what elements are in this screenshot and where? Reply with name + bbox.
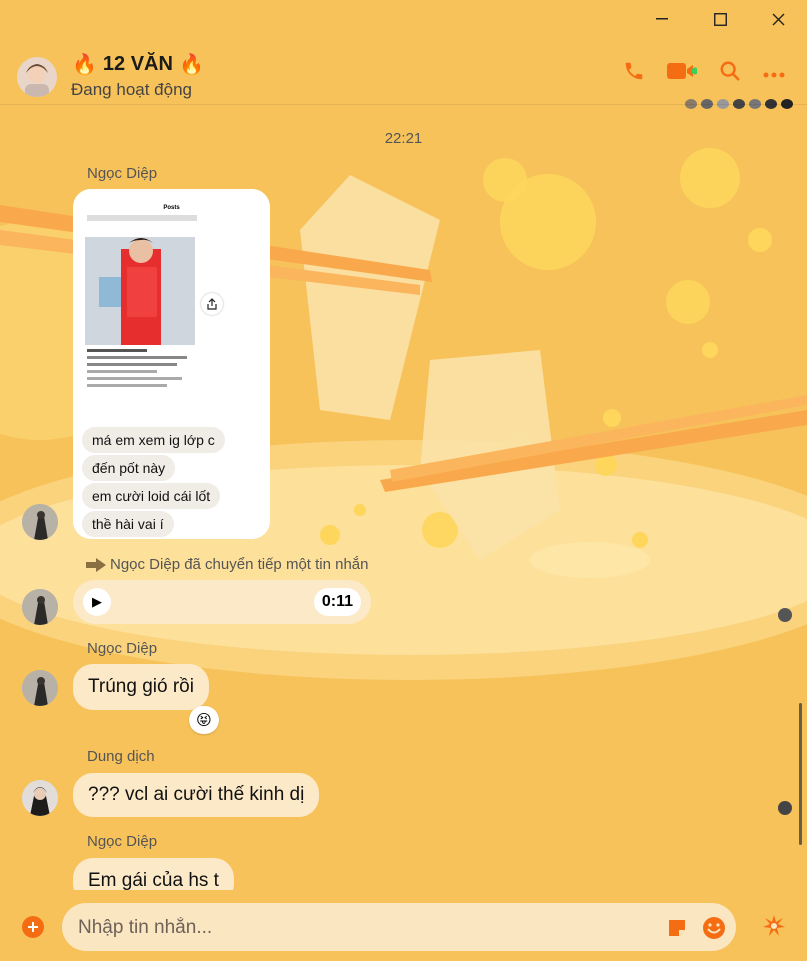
sender-name: Ngọc Diệp (87, 165, 158, 182)
screenshot-title: Posts (163, 205, 180, 211)
conversation-name: 12 VĂN (102, 53, 173, 75)
sender-name: Ngọc Diệp (87, 640, 158, 657)
conversation-title[interactable]: 🔥 12 VĂN 🔥 (72, 52, 204, 77)
seen-avatar (778, 801, 792, 815)
share-icon[interactable] (201, 293, 223, 315)
seen-avatar (778, 608, 792, 622)
plus-icon[interactable] (22, 916, 44, 938)
screenshot-preview: Posts (81, 189, 262, 419)
sender-avatar[interactable] (22, 780, 58, 816)
forward-arrow-icon (86, 557, 106, 572)
sender-name: Ngọc Diệp (87, 833, 158, 850)
screenshot-text-lines (87, 215, 197, 221)
message-text: ??? vcl ai cười thế kinh dị (88, 784, 305, 805)
minimize-button[interactable] (633, 0, 691, 38)
close-button[interactable] (749, 0, 807, 38)
image-attachment[interactable]: Posts má em xem ig lớp c đến pốt này em … (73, 189, 270, 539)
message-text: Em gái của hs t (88, 870, 219, 891)
emoji-icon[interactable] (702, 916, 726, 945)
maximize-button[interactable] (691, 0, 749, 38)
header-divider (0, 104, 807, 105)
phone-icon[interactable] (623, 60, 645, 87)
message-bubble[interactable]: Trúng gió rồi (73, 664, 209, 710)
sender-avatar[interactable] (22, 670, 58, 706)
message-input-container (62, 903, 736, 953)
window-controls (633, 0, 807, 38)
sender-name: Dung dịch (87, 748, 155, 765)
fire-emoji-right: 🔥 (178, 54, 204, 76)
voice-message[interactable]: ▶ 0:11 (73, 580, 371, 624)
forwarded-note: Ngọc Diệp đã chuyển tiếp một tin nhắn (86, 556, 369, 573)
scrollbar[interactable] (799, 703, 802, 845)
image-caption-4: thề hài vai í (82, 511, 174, 537)
image-caption-2: đến pốt này (82, 455, 176, 481)
screenshot-caption-lines (87, 349, 195, 391)
group-avatar[interactable] (17, 57, 57, 97)
search-icon[interactable] (719, 60, 741, 87)
message-bubble[interactable]: ??? vcl ai cười thế kinh dị (73, 773, 320, 817)
forwarded-text: Ngọc Diệp đã chuyển tiếp một tin nhắn (110, 556, 369, 573)
audio-duration: 0:11 (313, 588, 361, 616)
video-icon[interactable] (667, 60, 699, 87)
active-status: Đang hoạt động (71, 80, 192, 99)
image-caption-3: em cười loid cái lốt (82, 483, 221, 509)
header-actions (623, 60, 785, 87)
message-text: Trúng gió rồi (88, 676, 194, 697)
sender-avatar[interactable] (22, 589, 58, 625)
more-icon[interactable] (763, 65, 785, 83)
fire-emoji-left: 🔥 (72, 54, 97, 76)
sticker-icon[interactable] (666, 917, 688, 944)
reaction-badge[interactable]: 😝 (189, 706, 219, 734)
image-caption-1: má em xem ig lớp c (82, 427, 225, 453)
like-icon[interactable] (762, 914, 786, 943)
message-input[interactable] (76, 903, 640, 953)
screenshot-photo (85, 237, 195, 345)
play-icon[interactable]: ▶ (83, 588, 111, 616)
sender-avatar[interactable] (22, 504, 58, 540)
message-timestamp: 22:21 (384, 130, 423, 147)
